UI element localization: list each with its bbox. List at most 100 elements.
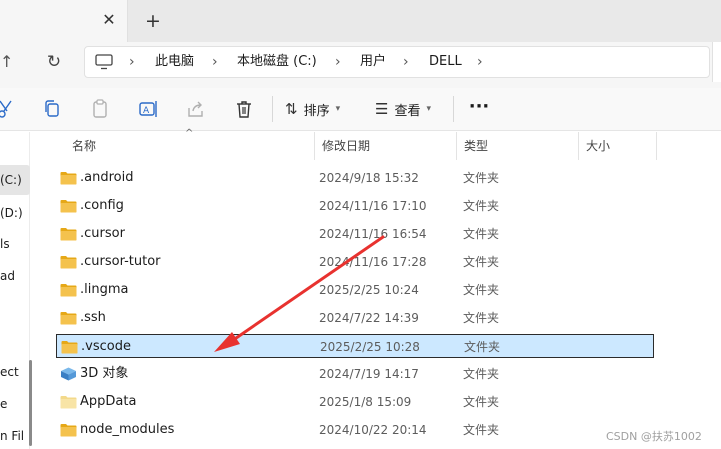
file-type: 文件夹 <box>463 283 500 297</box>
sidebar-item-drive-c[interactable]: (C:) <box>0 165 30 195</box>
column-divider[interactable] <box>656 132 657 160</box>
file-name: node_modules <box>80 422 175 437</box>
file-type: 文件夹 <box>463 199 500 213</box>
file-row[interactable]: .vscode 2025/2/25 10:28 文件夹 <box>56 334 654 358</box>
file-list: .android 2024/9/18 15:32 文件夹 .config 2024/11… <box>40 164 721 449</box>
file-name: .lingma <box>80 282 129 297</box>
file-row[interactable]: .cursor-tutor 2024/11/16 17:28 文件夹 <box>56 250 654 274</box>
file-type: 文件夹 <box>464 340 501 354</box>
file-row[interactable]: .ssh 2024/7/22 14:39 文件夹 <box>56 306 654 330</box>
folder-icon <box>60 284 77 297</box>
tab-dell[interactable]: ✕ <box>0 0 128 42</box>
breadcrumb-separator-icon[interactable]: › <box>212 53 218 71</box>
toolbar-divider <box>453 96 454 122</box>
folder-icon <box>60 228 77 241</box>
new-tab-icon[interactable]: + <box>144 10 162 32</box>
3d-objects-icon <box>61 367 76 381</box>
sidebar-item[interactable]: e <box>0 396 30 412</box>
file-type: 文件夹 <box>463 367 500 381</box>
navigation-bar: ↑ ↻ › 此电脑 › 本地磁盘 (C:) › 用户 › DELL › <box>0 42 721 88</box>
address-bar[interactable]: › 此电脑 › 本地磁盘 (C:) › 用户 › DELL › <box>84 46 710 78</box>
file-modified-date: 2024/7/19 14:17 <box>319 367 419 381</box>
delete-icon[interactable] <box>233 98 255 120</box>
file-modified-date: 2024/9/18 15:32 <box>319 171 419 185</box>
folder-icon <box>60 424 77 437</box>
folder-icon <box>60 200 77 213</box>
folder-icon <box>60 312 77 325</box>
breadcrumb-local-disk-c[interactable]: 本地磁盘 (C:) <box>237 53 317 71</box>
sidebar-scrollbar[interactable] <box>29 360 32 446</box>
sort-icon: ⇅ <box>285 100 298 118</box>
file-row[interactable]: .config 2024/11/16 17:10 文件夹 <box>56 194 654 218</box>
file-type: 文件夹 <box>463 227 500 241</box>
chevron-down-icon: ▾ <box>335 104 341 114</box>
file-modified-date: 2024/10/22 20:14 <box>319 423 427 437</box>
file-name: .cursor <box>80 226 125 241</box>
column-headers: ^ 名称 修改日期 类型 大小 <box>40 128 721 160</box>
up-arrow-icon[interactable]: ↑ <box>0 52 14 72</box>
file-modified-date: 2024/7/22 14:39 <box>319 311 419 325</box>
share-icon[interactable] <box>185 98 207 120</box>
file-row[interactable]: node_modules 2024/10/22 20:14 文件夹 <box>56 418 654 442</box>
file-row[interactable]: .android 2024/9/18 15:32 文件夹 <box>56 166 654 190</box>
toolbar-divider <box>272 96 273 122</box>
file-name: .vscode <box>81 339 131 354</box>
folder-light-icon <box>60 396 77 409</box>
file-name: AppData <box>80 394 137 409</box>
paste-icon[interactable] <box>89 98 111 120</box>
file-type: 文件夹 <box>463 395 500 409</box>
sidebar-item[interactable]: n Fil <box>0 428 30 444</box>
file-type: 文件夹 <box>463 255 500 269</box>
file-name: .ssh <box>80 310 106 325</box>
column-header-modified[interactable]: 修改日期 <box>314 132 456 160</box>
title-bar: ✕ + <box>0 0 721 42</box>
watermark: CSDN @扶苏1002 <box>606 430 702 443</box>
svg-text:A: A <box>143 106 150 116</box>
rename-icon[interactable]: A <box>137 98 159 120</box>
breadcrumb-separator-icon[interactable]: › <box>129 53 135 71</box>
sidebar-item[interactable]: ad <box>0 268 30 284</box>
chevron-down-icon: ▾ <box>426 104 431 114</box>
more-options-icon[interactable]: ··· <box>466 96 492 120</box>
sort-label: 排序 <box>303 103 330 119</box>
file-row[interactable]: .lingma 2025/2/25 10:24 文件夹 <box>56 278 654 302</box>
sidebar-item[interactable]: ls <box>0 236 30 252</box>
file-type: 文件夹 <box>463 423 500 437</box>
file-modified-date: 2025/2/25 10:28 <box>320 340 420 354</box>
file-type: 文件夹 <box>463 171 500 185</box>
file-name: .android <box>80 170 134 185</box>
breadcrumb-this-pc[interactable]: 此电脑 <box>155 53 194 71</box>
breadcrumb-users[interactable]: 用户 <box>360 53 386 71</box>
search-box-edge[interactable] <box>712 42 721 82</box>
navigation-pane: (C:) (D:) ls ad ect e n Fil <box>0 132 30 449</box>
this-pc-icon[interactable] <box>95 54 113 70</box>
file-name: .cursor-tutor <box>80 254 161 269</box>
column-header-name[interactable]: 名称 <box>64 132 314 160</box>
view-button[interactable]: ☰ 查看 ▾ <box>375 98 431 120</box>
file-row[interactable]: 3D 对象 2024/7/19 14:17 文件夹 <box>56 362 654 386</box>
file-modified-date: 2024/11/16 16:54 <box>319 227 427 241</box>
breadcrumb-separator-icon[interactable]: › <box>335 53 341 71</box>
cut-icon[interactable] <box>0 98 16 120</box>
column-header-type[interactable]: 类型 <box>456 132 578 160</box>
file-modified-date: 2025/1/8 15:09 <box>319 395 412 409</box>
sidebar-item-drive-d[interactable]: (D:) <box>0 205 30 221</box>
sidebar-item[interactable]: ect <box>0 364 30 380</box>
refresh-icon[interactable]: ↻ <box>44 52 64 72</box>
file-modified-date: 2024/11/16 17:28 <box>319 255 427 269</box>
file-modified-date: 2025/2/25 10:24 <box>319 283 419 297</box>
copy-icon[interactable] <box>41 98 63 120</box>
folder-icon <box>60 172 77 185</box>
breadcrumb-separator-icon[interactable]: › <box>477 53 483 71</box>
file-row[interactable]: .cursor 2024/11/16 16:54 文件夹 <box>56 222 654 246</box>
file-row[interactable]: AppData 2025/1/8 15:09 文件夹 <box>56 390 654 414</box>
folder-icon <box>61 341 78 354</box>
breadcrumb-dell[interactable]: DELL <box>429 53 462 71</box>
sort-button[interactable]: ⇅ 排序 ▾ <box>285 98 340 120</box>
view-label: 查看 <box>394 103 421 119</box>
view-list-icon: ☰ <box>375 100 389 118</box>
close-tab-icon[interactable]: ✕ <box>100 11 118 29</box>
breadcrumb-separator-icon[interactable]: › <box>403 53 409 71</box>
column-header-size[interactable]: 大小 <box>578 132 656 160</box>
file-type: 文件夹 <box>463 311 500 325</box>
